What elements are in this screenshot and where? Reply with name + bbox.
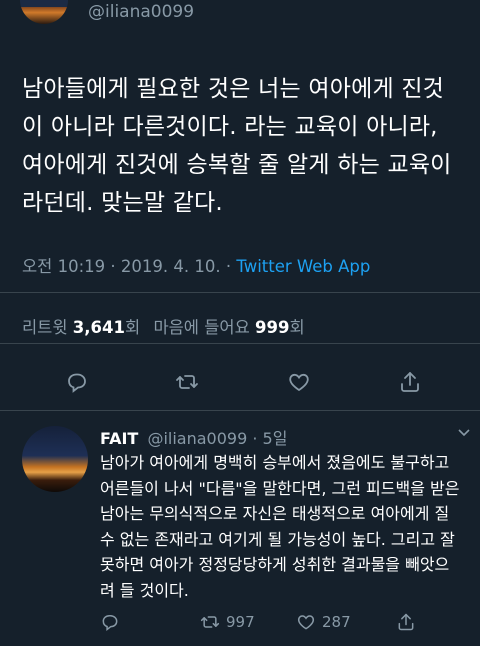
reply-button[interactable]	[60, 365, 94, 399]
retweet-icon	[176, 375, 198, 389]
top-avatar[interactable]	[20, 0, 68, 24]
reply-icon	[102, 615, 118, 632]
chevron-down-icon	[458, 429, 470, 437]
reply-icon	[68, 373, 86, 393]
divider	[0, 292, 480, 293]
reply-separator: ·	[247, 429, 263, 448]
like-count[interactable]: 999	[255, 318, 289, 337]
reply-like-count: 287	[322, 613, 351, 631]
top-handle[interactable]: @iliana0099	[88, 2, 194, 22]
tweet-source-link[interactable]: Twitter Web App	[236, 257, 370, 276]
reply-share-button[interactable]	[396, 612, 422, 632]
tweet-date[interactable]: 2019. 4. 10.	[121, 257, 221, 276]
share-icon	[401, 372, 419, 392]
tweet-text: 남아들에게 필요한 것은 너는 여아에게 진것이 아니라 다른것이다. 라는 교…	[22, 76, 452, 216]
reply-author-name[interactable]: FAIT	[100, 429, 138, 448]
reply-actions: 997 287	[100, 612, 460, 636]
retweet-icon	[200, 616, 220, 628]
reply-handle[interactable]: @iliana0099	[147, 429, 247, 448]
tweet-stats: 리트윗 3,641회 마음에 들어요 999회	[22, 314, 305, 338]
share-button[interactable]	[393, 365, 427, 399]
like-button[interactable]	[282, 365, 316, 399]
reply-text: 남아가 여아에게 명백히 승부에서 졌음에도 불구하고 어른들이 나서 "다름"…	[100, 453, 460, 600]
tweet-time[interactable]: 오전 10:19	[22, 257, 105, 276]
reply-header: FAIT @iliana0099 · 5일	[100, 425, 287, 449]
meta-separator: ·	[105, 257, 121, 276]
tweet-actions	[0, 360, 480, 404]
reply-retweet-button[interactable]: 997	[200, 612, 255, 632]
tweet-meta: 오전 10:19 · 2019. 4. 10. · Twitter Web Ap…	[22, 253, 370, 277]
heart-icon	[297, 615, 315, 630]
retweets-unit: 회	[125, 318, 141, 337]
share-icon	[398, 613, 414, 631]
likes-label[interactable]: 마음에 들어요	[153, 318, 249, 337]
heart-icon	[289, 373, 309, 392]
reply-avatar[interactable]	[22, 426, 88, 492]
reply-age[interactable]: 5일	[263, 429, 288, 448]
reply-retweet-count: 997	[226, 613, 255, 631]
divider	[0, 410, 480, 411]
reply-like-button[interactable]: 287	[296, 612, 351, 632]
meta-separator: ·	[220, 257, 237, 276]
tweet-menu-button[interactable]	[456, 424, 472, 444]
divider	[0, 343, 480, 344]
retweets-label[interactable]: 리트윗	[22, 318, 68, 337]
likes-unit: 회	[289, 318, 305, 337]
reply-reply-button[interactable]	[100, 612, 126, 632]
retweet-count[interactable]: 3,641	[73, 318, 125, 337]
retweet-button[interactable]	[170, 365, 204, 399]
